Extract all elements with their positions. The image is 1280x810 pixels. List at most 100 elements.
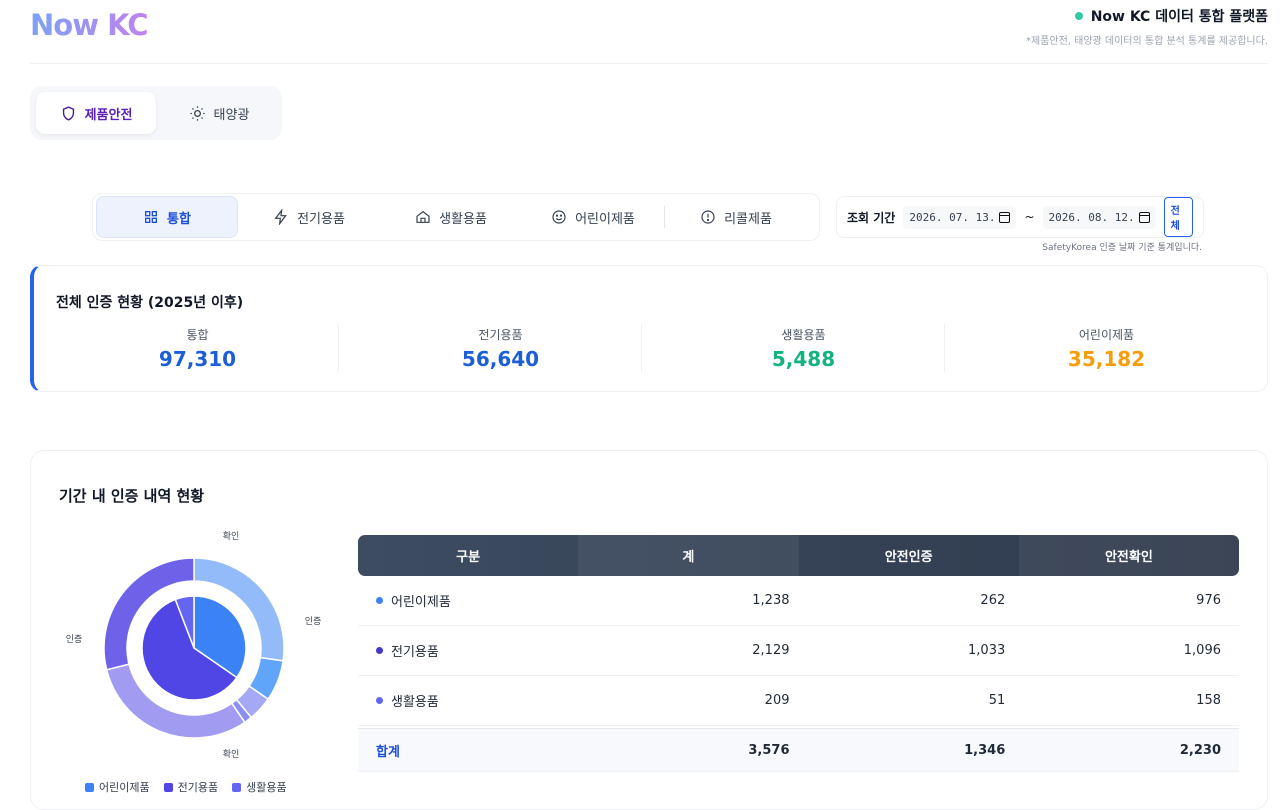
legend-swatch: [232, 782, 242, 792]
tab-label: 태양광: [213, 107, 250, 123]
tab-solar[interactable]: 태양광: [162, 92, 276, 134]
stat-value: 5,488: [771, 347, 836, 371]
total-cert: 1,346: [964, 742, 1006, 758]
summary-title: 전체 인증 현황 (2025년 이후): [56, 295, 244, 311]
stat-divider: [944, 324, 945, 372]
row-label: 전기용품: [391, 645, 439, 660]
domain-tabs: 제품안전 태양광: [30, 86, 282, 140]
cell-total: 1,238: [752, 593, 790, 608]
certification-table: 구분 계 안전인증 안전확인 어린이제품 1,238 262 976 전기용품 …: [358, 535, 1239, 772]
tab-household[interactable]: 생활용품: [380, 196, 522, 238]
chart-legend: 어린이제품 전기용품 생활용품: [85, 779, 287, 795]
period-label: 조회 기간: [847, 210, 896, 225]
legend-item[interactable]: 어린이제품: [85, 779, 150, 795]
table-total-row: 합계 3,576 1,346 2,230: [358, 728, 1239, 772]
detail-title: 기간 내 인증 내역 현황: [59, 487, 205, 505]
chart-label-bottom: 확인: [223, 748, 240, 760]
summary-card: 전체 인증 현황 (2025년 이후) 통합 97,310 전기용품 56,64…: [30, 265, 1268, 392]
row-name: 생활용품: [358, 691, 592, 710]
column-header: 안전확인: [1018, 535, 1239, 576]
legend-label: 전기용품: [177, 781, 219, 794]
date-separator: ~: [1024, 210, 1035, 224]
start-date-value: 2026. 07. 13.: [909, 210, 996, 224]
total-sum: 3,576: [748, 742, 790, 758]
shield-icon: [62, 105, 74, 121]
calendar-icon[interactable]: [999, 211, 1011, 223]
period-filter: 조회 기간 2026. 07. 13. ~ 2026. 08. 12. 전체: [836, 196, 1204, 238]
stat-all: 통합 97,310: [46, 326, 349, 371]
tab-recall[interactable]: 리콜제품: [665, 196, 807, 238]
cell-confirm: 158: [1196, 693, 1221, 708]
cell-confirm: 976: [1196, 593, 1221, 608]
end-date-value: 2026. 08. 12.: [1048, 210, 1135, 224]
tab-label: 리콜제품: [724, 211, 772, 227]
calendar-icon[interactable]: [1138, 211, 1150, 223]
tab-children[interactable]: 어린이제품: [522, 196, 664, 238]
inner-pie: [141, 595, 247, 701]
platform-title-text: Now KC 데이터 통합 플랫폼: [1090, 9, 1268, 25]
stat-electrical: 전기용품 56,640: [349, 326, 652, 371]
chart-label-top: 확인: [223, 530, 240, 542]
row-bullet-icon: [376, 697, 383, 704]
donut-chart[interactable]: 확인 인증 인증 확인: [59, 521, 329, 776]
top-bar: Now KC Now KC 데이터 통합 플랫폼 *제품안전, 태양광 데이터의…: [30, 0, 1268, 64]
cell-total: 209: [764, 693, 790, 708]
stat-divider: [641, 324, 642, 372]
table-row[interactable]: 어린이제품 1,238 262 976: [358, 576, 1239, 626]
stat-label: 통합: [186, 328, 209, 342]
stat-value: 56,640: [461, 347, 540, 371]
legend-swatch: [85, 782, 94, 792]
legend-item[interactable]: 전기용품: [163, 779, 219, 795]
stat-label: 어린이제품: [1078, 328, 1135, 342]
column-header: 안전인증: [884, 550, 933, 565]
row-name: 전기용품: [358, 641, 592, 660]
home-icon: [416, 210, 430, 223]
column-header: 구분: [456, 550, 481, 565]
row-label: 어린이제품: [391, 595, 451, 610]
category-tabs: 통합 전기용품 생활용품 어린이제품 리콜제품: [92, 193, 820, 241]
total-confirm: 2,230: [1179, 742, 1221, 758]
stat-children: 어린이제품 35,182: [955, 326, 1258, 371]
legend-swatch: [163, 782, 173, 792]
legend-label: 생활용품: [246, 781, 287, 794]
stat-household: 생활용품 5,488: [652, 326, 955, 371]
alert-icon: [701, 210, 715, 224]
platform-subtitle: *제품안전, 태양광 데이터의 통합 분석 통계를 제공합니다.: [1025, 36, 1268, 47]
table-header: 구분 계 안전인증 안전확인: [358, 535, 1239, 576]
period-note: SafetyKorea 인증 날짜 기준 통계입니다.: [1042, 243, 1202, 253]
legend-item[interactable]: 생활용품: [232, 779, 287, 795]
cell-cert: 1,033: [968, 643, 1006, 658]
tab-product-safety[interactable]: 제품안전: [36, 92, 156, 134]
cell-cert: 262: [980, 593, 1006, 608]
row-bullet-icon: [376, 597, 383, 604]
table-row[interactable]: 생활용품 209 51 158: [358, 676, 1239, 726]
cell-total: 2,129: [752, 643, 790, 658]
end-date-input[interactable]: 2026. 08. 12.: [1042, 205, 1156, 229]
chart-label-left: 인증: [66, 634, 83, 645]
smile-icon: [552, 210, 566, 224]
all-period-button[interactable]: 전체: [1163, 197, 1193, 237]
total-label: 합계: [376, 744, 400, 760]
stat-value: 35,182: [1067, 347, 1146, 371]
legend-label: 어린이제품: [99, 781, 150, 794]
detail-card: 기간 내 인증 내역 현황 확인 인증 인증 확인 어린이제품 전기용품 생활용…: [30, 450, 1268, 810]
grid-icon: [145, 211, 158, 223]
tab-label: 통합: [167, 211, 191, 227]
tab-label: 생활용품: [439, 211, 487, 227]
platform-title: Now KC 데이터 통합 플랫폼: [1074, 6, 1268, 26]
stat-divider: [338, 324, 339, 372]
tab-label: 어린이제품: [575, 211, 635, 227]
start-date-input[interactable]: 2026. 07. 13.: [903, 205, 1017, 229]
table-row[interactable]: 전기용품 2,129 1,033 1,096: [358, 626, 1239, 676]
tab-electrical[interactable]: 전기용품: [238, 196, 380, 238]
tab-all[interactable]: 통합: [96, 196, 238, 238]
tab-label: 전기용품: [297, 211, 345, 227]
app-logo[interactable]: Now KC: [30, 8, 149, 42]
stat-label: 생활용품: [781, 328, 826, 342]
row-bullet-icon: [376, 647, 383, 654]
stat-value: 97,310: [158, 347, 237, 371]
row-name: 어린이제품: [358, 591, 592, 610]
lightning-icon: [274, 209, 287, 225]
column-header: 계: [578, 535, 799, 576]
status-dot-icon: [1074, 12, 1083, 20]
